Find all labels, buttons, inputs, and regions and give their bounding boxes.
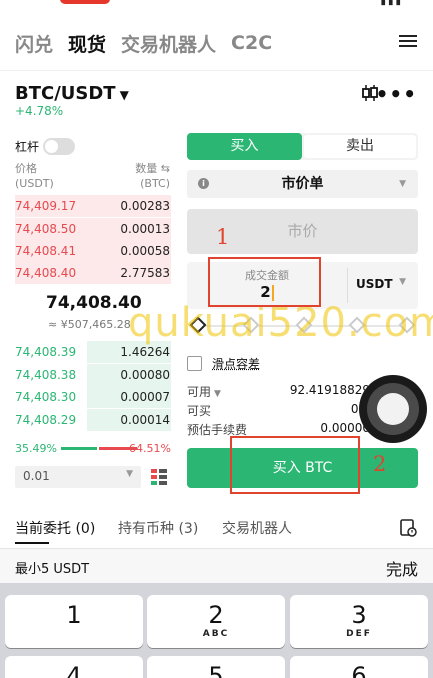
annotation-box-1 [208, 257, 321, 307]
ask-qty: 0.00013 [120, 222, 170, 236]
pair-symbol: BTC/USDT [15, 83, 116, 104]
bid-price: 74,408.38 [15, 368, 77, 382]
sell-tab[interactable]: 卖出 [304, 135, 416, 158]
ask-qty: 0.00283 [120, 199, 170, 213]
key-2[interactable]: 2 ABC [147, 595, 285, 648]
key-letters: DEF [346, 629, 372, 639]
tab-spot[interactable]: 现货 [68, 30, 106, 57]
tab-trading-bots[interactable]: 交易机器人 [121, 30, 216, 57]
tab-open-orders[interactable]: 当前委托 (0) [15, 518, 95, 538]
bid-qty: 0.00007 [120, 390, 170, 404]
key-number: 3 [351, 601, 367, 629]
bid-price: 74,408.39 [15, 345, 77, 359]
price-change: +4.78% [15, 104, 64, 118]
tab-c2c[interactable]: C2C [231, 32, 272, 54]
sell-ratio: 64.51% [129, 442, 171, 455]
amount-unit-select[interactable]: USDT [356, 277, 393, 291]
done-button[interactable]: 完成 [386, 556, 418, 580]
keyboard-toolbar: 最小5 USDT 完成 [0, 548, 433, 583]
key-5[interactable]: 5 [147, 656, 285, 678]
order-type-value: 市价单 [281, 176, 324, 192]
key-1[interactable]: 1 [5, 595, 143, 648]
key-letters: ABC [202, 629, 230, 639]
buy-ratio-bar [61, 447, 97, 450]
divider [347, 268, 348, 303]
ask-row[interactable]: 74,408.41 0.00058 [15, 240, 171, 262]
ask-price: 74,408.41 [15, 244, 77, 258]
qty-unit: (BTC) [140, 177, 170, 190]
side-tabs: 买入 卖出 [187, 133, 418, 160]
active-tab-underline [15, 542, 49, 544]
caret-down-icon: ▼ [119, 88, 129, 102]
ask-price: 74,408.50 [15, 222, 77, 236]
available-label: 可用 [187, 385, 212, 399]
bid-price: 74,408.29 [15, 413, 77, 427]
caret-down-icon: ▼ [399, 179, 406, 189]
qty-column-header[interactable]: 数量 ⇆ (BTC) [135, 161, 170, 191]
more-icon[interactable]: ••• [376, 82, 417, 106]
ask-price: 74,408.40 [15, 266, 77, 280]
qty-header: 数量 ⇆ [135, 162, 170, 175]
checkbox[interactable] [187, 356, 202, 371]
menu-icon[interactable] [399, 32, 417, 48]
price-header: 价格 [15, 162, 37, 175]
ask-qty: 2.77583 [120, 266, 170, 280]
buy-tab[interactable]: 买入 [187, 133, 302, 160]
caret-down-icon: ▼ [399, 277, 406, 287]
caret-down-icon: ▼ [126, 469, 133, 479]
minimum-amount-hint: 最小5 USDT [15, 562, 90, 577]
key-3[interactable]: 3 DEF [290, 595, 428, 648]
can-buy-label: 可买 [187, 404, 212, 418]
bid-qty: 0.00080 [120, 368, 170, 382]
orderbook-layout-icon[interactable] [150, 468, 168, 486]
pair-selector[interactable]: BTC/USDT ▼ [15, 83, 129, 104]
available-value: 92.41918829 [289, 383, 370, 397]
order-history-icon[interactable] [399, 519, 417, 537]
status-icons: ▮▮▮ [380, 0, 403, 7]
numeric-keypad: 1 2 ABC 3 DEF 4 5 6 [0, 583, 433, 678]
annotation-number-2: 2 [373, 452, 387, 476]
key-number: 4 [66, 662, 82, 678]
price-unit: (USDT) [15, 177, 54, 190]
leverage-toggle[interactable] [43, 138, 75, 155]
tab-swap[interactable]: 闪兑 [15, 30, 53, 57]
key-4[interactable]: 4 [5, 656, 143, 678]
key-number: 2 [208, 601, 224, 629]
order-type-select[interactable]: i 市价单 ▼ [187, 170, 418, 198]
bid-qty: 0.00014 [120, 413, 170, 427]
bid-price: 74,408.30 [15, 390, 77, 404]
slippage-label: 滑点容差 [212, 357, 261, 371]
status-indicator [60, 0, 110, 4]
tab-trading-bots[interactable]: 交易机器人 [222, 518, 292, 538]
bid-row[interactable]: 74,408.29 0.00014 [15, 409, 171, 431]
bid-row[interactable]: 74,408.30 0.00007 [15, 386, 171, 408]
annotation-box-2 [230, 436, 360, 494]
bid-qty: 1.46264 [120, 345, 170, 359]
tab-holdings[interactable]: 持有币种 (3) [118, 518, 198, 538]
slippage-checkbox[interactable]: 滑点容差 [187, 355, 260, 372]
key-number: 6 [351, 662, 367, 678]
info-icon[interactable]: i [198, 178, 209, 189]
ask-row[interactable]: 74,408.50 0.00013 [15, 218, 171, 240]
top-nav: 闪兑 现货 交易机器人 C2C [0, 28, 433, 58]
price-column-header: 价格 (USDT) [15, 161, 54, 191]
key-number: 5 [208, 662, 224, 678]
ask-row[interactable]: 74,409.17 0.00283 [15, 195, 171, 217]
buy-ratio: 35.49% [15, 442, 57, 455]
ask-price: 74,409.17 [15, 199, 77, 213]
floating-assistive-button[interactable] [359, 375, 427, 443]
fee-label: 预估手续费 [187, 423, 248, 437]
bid-row[interactable]: 74,408.38 0.00080 [15, 364, 171, 386]
depth-selector[interactable]: 0.01 ▼ [15, 466, 141, 488]
key-6[interactable]: 6 [290, 656, 428, 678]
annotation-number-1: 1 [216, 225, 230, 249]
depth-value: 0.01 [23, 469, 50, 483]
ask-row[interactable]: 74,408.40 2.77583 [15, 262, 171, 284]
leverage-label: 杠杆 [15, 140, 40, 154]
caret-down-icon[interactable]: ▼ [214, 389, 221, 399]
last-price-cny: ≈ ¥507,465.28 [48, 318, 131, 331]
divider [0, 70, 433, 71]
ask-qty: 0.00058 [120, 244, 170, 258]
key-number: 1 [66, 601, 82, 629]
